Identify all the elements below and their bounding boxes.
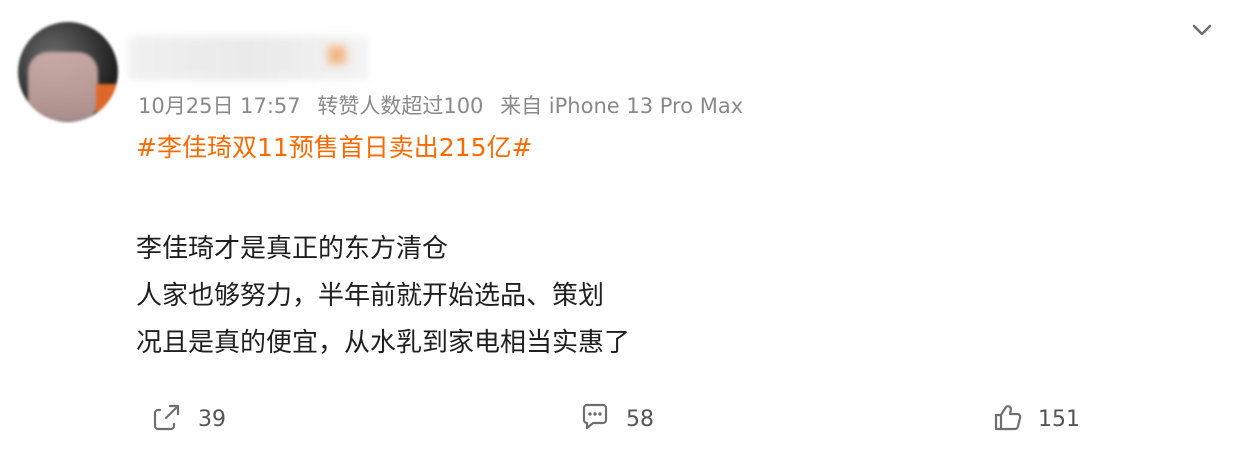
content-line-1: 李佳琦才是真正的东方清仓 bbox=[136, 234, 449, 264]
post-source: 来自 iPhone 13 Pro Max bbox=[500, 94, 744, 118]
post-time: 10月25日 17:57 bbox=[138, 94, 301, 118]
thumbs-up-icon bbox=[990, 400, 1024, 438]
post-content: 李佳琦才是真正的东方清仓 人家也够努力，半年前就开始选品、策划 况且是真的便宜，… bbox=[136, 226, 630, 367]
repost-count: 39 bbox=[198, 406, 226, 432]
avatar[interactable] bbox=[18, 22, 118, 122]
comment-count: 58 bbox=[626, 406, 654, 432]
content-line-3: 况且是真的便宜，从水乳到家电相当实惠了 bbox=[136, 328, 631, 358]
share-icon bbox=[150, 400, 184, 438]
like-count: 151 bbox=[1038, 406, 1080, 432]
repost-button[interactable]: 39 bbox=[150, 400, 226, 438]
comment-button[interactable]: 58 bbox=[578, 400, 654, 438]
chevron-down-icon[interactable] bbox=[1188, 16, 1216, 44]
comment-icon bbox=[578, 400, 612, 438]
username-blurred[interactable] bbox=[128, 36, 368, 80]
post-reposts-text: 转赞人数超过100 bbox=[317, 94, 484, 118]
post-meta: 10月25日 17:57 转赞人数超过100 来自 iPhone 13 Pro … bbox=[138, 90, 743, 120]
content-line-2: 人家也够努力，半年前就开始选品、策划 bbox=[136, 281, 605, 311]
like-button[interactable]: 151 bbox=[990, 400, 1080, 438]
hashtag-link[interactable]: #李佳琦双11预售首日卖出215亿# bbox=[136, 128, 532, 164]
